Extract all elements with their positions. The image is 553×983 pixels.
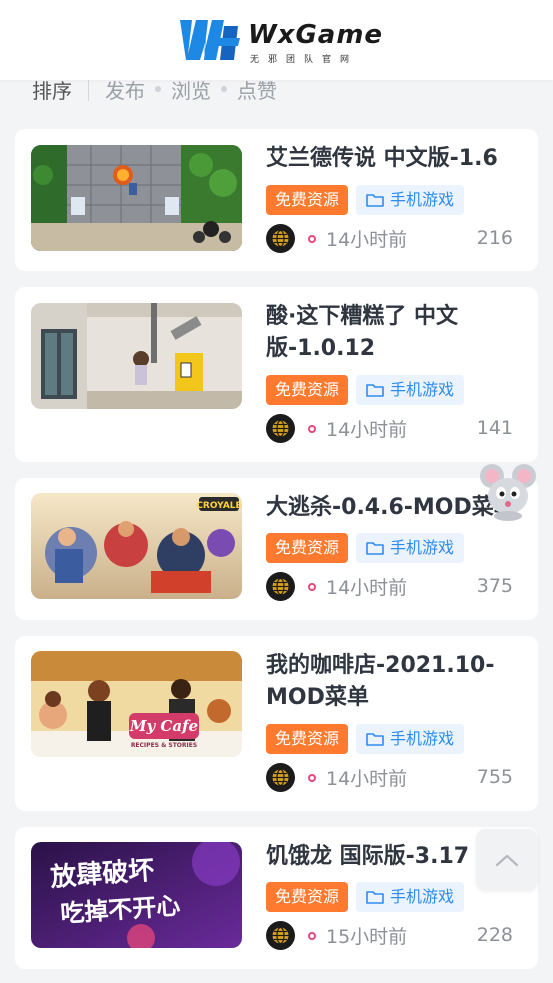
post-card[interactable]: 艾兰德传说 中文版-1.6 免费资源 手机游戏 14小时前 216: [15, 129, 538, 271]
tag-label: 手机游戏: [390, 190, 455, 209]
tag-label: 手机游戏: [390, 887, 455, 906]
post-tags: 免费资源 手机游戏: [266, 724, 465, 754]
post-views: 375: [476, 575, 513, 597]
post-time: 15小时前: [326, 926, 408, 948]
tag-free-resource[interactable]: 免费资源: [266, 724, 349, 754]
folder-icon: [366, 542, 384, 555]
sort-divider: [88, 77, 89, 101]
post-time: 14小时前: [326, 229, 408, 251]
post-thumbnail[interactable]: [31, 303, 242, 409]
post-card[interactable]: My Cafe RECIPES & STORIES 我的咖啡店-2021.10-…: [15, 636, 538, 811]
sort-dot: [155, 86, 161, 92]
post-thumbnail[interactable]: [31, 145, 242, 251]
post-title[interactable]: 艾兰德传说 中文版-1.6: [266, 143, 526, 175]
globe-avatar-icon: [272, 229, 289, 248]
time-dot: [308, 583, 316, 591]
brand-name: WxGame: [248, 20, 384, 50]
site-logo[interactable]: WxGame 无邪团队官网: [174, 16, 382, 65]
tag-mobile-game[interactable]: 手机游戏: [356, 882, 465, 912]
author-avatar[interactable]: [266, 414, 295, 443]
thumb-logo-sub: RECIPES & STORIES: [131, 742, 197, 749]
post-card[interactable]: 放肆破坏 吃掉不开心 饥饿龙 国际版-3.17 免费资源 手机游戏 15小时前 …: [15, 827, 538, 969]
chevron-up-icon: [495, 854, 519, 867]
tag-free-resource[interactable]: 免费资源: [266, 185, 349, 215]
post-meta: 14小时前 755: [266, 762, 526, 794]
post-views: 755: [476, 766, 513, 788]
back-to-top-button[interactable]: [476, 829, 538, 891]
post-card[interactable]: CROYALE 大逃杀-0.4.6-MOD菜单 免费资源 手机游戏 14小时前 …: [15, 478, 538, 620]
sort-dot: [221, 86, 227, 92]
post-views: 216: [476, 227, 513, 249]
logo-mark-icon: [180, 20, 240, 60]
brand-subtitle: 无邪团队官网: [250, 55, 359, 65]
tag-free-resource[interactable]: 免费资源: [266, 375, 349, 405]
tag-free-resource[interactable]: 免费资源: [266, 882, 349, 912]
folder-icon: [366, 384, 384, 397]
tag-mobile-game[interactable]: 手机游戏: [356, 724, 465, 754]
folder-icon: [366, 194, 384, 207]
folder-icon: [366, 891, 384, 904]
tag-label: 手机游戏: [390, 538, 455, 557]
tag-mobile-game[interactable]: 手机游戏: [356, 375, 465, 405]
post-card[interactable]: 酸·这下糟糕了 中文版-1.0.12 免费资源 手机游戏 14小时前 141: [15, 287, 538, 462]
time-dot: [308, 932, 316, 940]
post-meta: 15小时前 228: [266, 920, 526, 952]
post-tags: 免费资源 手机游戏: [266, 533, 465, 563]
post-thumbnail[interactable]: My Cafe RECIPES & STORIES: [31, 651, 242, 757]
post-thumbnail[interactable]: CROYALE: [31, 493, 242, 599]
post-time: 14小时前: [326, 768, 408, 790]
thumb-logo: My Cafe: [129, 717, 198, 735]
post-tags: 免费资源 手机游戏: [266, 882, 465, 912]
tag-label: 手机游戏: [390, 380, 455, 399]
time-dot: [308, 425, 316, 433]
post-meta: 14小时前 141: [266, 413, 526, 445]
globe-avatar-icon: [272, 768, 289, 787]
tag-mobile-game[interactable]: 手机游戏: [356, 533, 465, 563]
post-meta: 14小时前 216: [266, 223, 526, 255]
tag-mobile-game[interactable]: 手机游戏: [356, 185, 465, 215]
post-tags: 免费资源 手机游戏: [266, 185, 465, 215]
post-title[interactable]: 我的咖啡店-2021.10-MOD菜单: [266, 650, 506, 714]
post-time: 14小时前: [326, 577, 408, 599]
tag-label: 手机游戏: [390, 729, 455, 748]
site-header: WxGame 无邪团队官网: [0, 0, 553, 80]
post-meta: 14小时前 375: [266, 571, 526, 603]
globe-avatar-icon: [272, 577, 289, 596]
post-views: 141: [476, 417, 513, 439]
tag-free-resource[interactable]: 免费资源: [266, 533, 349, 563]
mouse-mascot-icon[interactable]: [478, 460, 540, 522]
author-avatar[interactable]: [266, 921, 295, 950]
author-avatar[interactable]: [266, 224, 295, 253]
time-dot: [308, 235, 316, 243]
time-dot: [308, 774, 316, 782]
folder-icon: [366, 733, 384, 746]
post-time: 14小时前: [326, 419, 408, 441]
post-title[interactable]: 酸·这下糟糕了 中文版-1.0.12: [266, 301, 486, 365]
globe-avatar-icon: [272, 419, 289, 438]
thumb-badge: CROYALE: [196, 501, 241, 511]
post-tags: 免费资源 手机游戏: [266, 375, 465, 405]
globe-avatar-icon: [272, 926, 289, 945]
author-avatar[interactable]: [266, 763, 295, 792]
post-views: 228: [476, 924, 513, 946]
post-thumbnail[interactable]: 放肆破坏 吃掉不开心: [31, 842, 242, 948]
author-avatar[interactable]: [266, 572, 295, 601]
